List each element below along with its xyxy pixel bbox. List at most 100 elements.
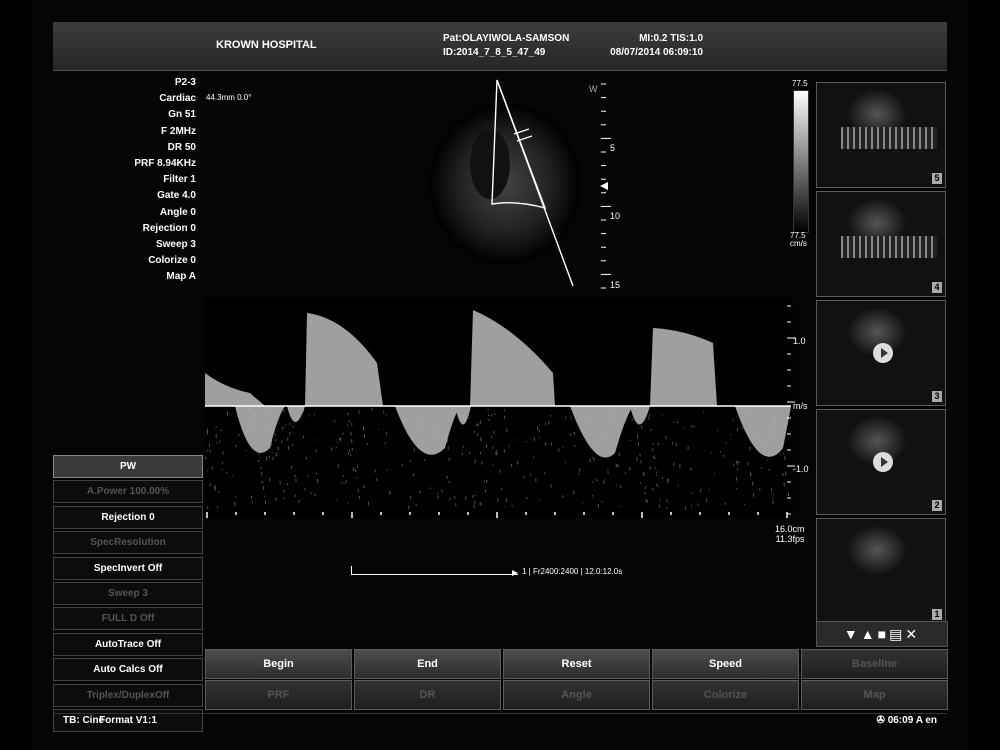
spectral-noise: [782, 452, 784, 455]
param-item: Sweep 3: [155, 239, 196, 251]
cine-marker[interactable]: [512, 570, 518, 576]
spectral-noise: [607, 467, 609, 469]
spectral-noise: [492, 446, 494, 449]
menu-item-a-power-100-00[interactable]: A.Power 100.00%: [53, 480, 203, 504]
spectral-noise: [637, 434, 638, 439]
spectral-noise: [408, 505, 410, 510]
total-depth: 16.0cm: [775, 524, 805, 534]
menu-item-specresolution[interactable]: SpecResolution: [53, 531, 203, 555]
save-icon[interactable]: ■: [878, 626, 889, 642]
spectral-noise: [465, 496, 467, 500]
spectral-noise: [315, 449, 317, 453]
spectral-noise: [615, 464, 617, 468]
spectral-noise: [429, 487, 431, 490]
spectral-noise: [618, 452, 620, 456]
spectral-noise: [222, 461, 223, 464]
menu-item-rejection-0[interactable]: Rejection 0: [53, 505, 203, 529]
spectral-noise: [631, 418, 633, 421]
softkey-angle[interactable]: Angle: [503, 680, 650, 710]
param-item: Gn 51: [168, 109, 196, 121]
spectral-noise: [592, 481, 594, 483]
thumbnail-2[interactable]: 2: [816, 409, 946, 515]
spectral-noise: [486, 444, 487, 448]
spectral-noise: [286, 483, 288, 486]
menu-item-triplex-duplexoff[interactable]: Triplex/DuplexOff: [53, 683, 203, 707]
spectral-noise: [591, 495, 593, 497]
spectral-noise: [385, 414, 387, 416]
spectral-noise: [298, 500, 300, 503]
softkey-reset[interactable]: Reset: [503, 649, 650, 679]
spectral-noise: [617, 463, 619, 468]
softkey-colorize[interactable]: Colorize: [652, 680, 799, 710]
spectral-noise: [785, 473, 787, 476]
spectral-noise: [582, 501, 584, 504]
spectral-noise: [441, 490, 443, 493]
menu-item-sweep-3[interactable]: Sweep 3: [53, 581, 203, 605]
spectral-noise: [654, 457, 656, 459]
spectral-noise: [653, 455, 655, 458]
softkey-begin[interactable]: Begin: [205, 649, 352, 679]
spectral-noise: [618, 505, 620, 507]
spectral-noise: [272, 457, 274, 460]
spectral-noise: [654, 467, 656, 469]
spectral-noise: [410, 496, 412, 500]
spectral-noise: [266, 456, 268, 461]
spectral-noise: [691, 492, 693, 494]
patient-info: Pat:OLAYIWOLA-SAMSON ID:2014_7_8_5_47_49: [443, 32, 569, 60]
spectral-noise: [347, 424, 349, 426]
menu-item-pw[interactable]: PW: [53, 455, 203, 478]
delete-icon[interactable]: ✕: [905, 626, 920, 642]
header-bar: KROWN HOSPITAL Pat:OLAYIWOLA-SAMSON ID:2…: [53, 22, 947, 71]
menu-item-specinvert-off[interactable]: SpecInvert Off: [53, 556, 203, 580]
softkey-dr[interactable]: DR: [354, 680, 501, 710]
softkey-end[interactable]: End: [354, 649, 501, 679]
play-icon[interactable]: [873, 452, 893, 472]
softkey-map[interactable]: Map: [801, 680, 948, 710]
spectral-noise: [477, 433, 479, 437]
spectral-noise: [672, 442, 674, 445]
spectral-noise: [574, 445, 576, 447]
spectral-noise: [486, 479, 488, 484]
thumbnail-3[interactable]: 3: [816, 300, 946, 406]
menu-item-full-d-off[interactable]: FULL D Off: [53, 607, 203, 631]
spectral-noise: [474, 494, 476, 496]
color-scale-unit: cm/s: [790, 239, 807, 248]
menu-item-autotrace-off[interactable]: AutoTrace Off: [53, 632, 203, 656]
color-scale-top: 77.5: [792, 79, 808, 88]
spectral-noise: [305, 456, 307, 460]
spectral-noise: [235, 496, 237, 498]
spectral-noise: [693, 426, 695, 428]
spectral-noise: [490, 436, 492, 438]
spectral-noise: [643, 473, 645, 477]
spectral-noise: [339, 438, 341, 441]
language-indicator: A en: [915, 715, 937, 726]
thumbnail-4[interactable]: 4: [816, 191, 946, 297]
spectral-noise: [700, 488, 702, 493]
spectral-noise: [491, 437, 493, 439]
velocity-label-neg: -1.0: [793, 464, 809, 474]
spectral-noise: [749, 446, 751, 451]
spectral-noise: [604, 478, 606, 480]
softkey-baseline[interactable]: Baseline: [801, 649, 948, 679]
arrow-up-circle-icon[interactable]: ▲: [861, 626, 878, 642]
print-icon[interactable]: ▤: [889, 626, 905, 642]
spectral-noise: [711, 452, 713, 454]
cine-progress-bar[interactable]: [351, 566, 518, 575]
menu-item-auto-calcs-off[interactable]: Auto Calcs Off: [53, 658, 203, 682]
param-item: DR 50: [167, 141, 196, 153]
play-icon[interactable]: [873, 343, 893, 363]
thumbnail-5[interactable]: 5: [816, 82, 946, 188]
spectral-noise: [211, 466, 213, 470]
spectral-noise: [335, 447, 337, 449]
spectral-noise: [378, 428, 380, 430]
spectral-noise: [508, 444, 510, 447]
arrow-down-circle-icon[interactable]: ▼: [844, 626, 861, 642]
spectral-noise: [358, 409, 360, 414]
softkey-speed[interactable]: Speed: [652, 649, 799, 679]
softkey-prf[interactable]: PRF: [205, 680, 352, 710]
spectral-noise: [683, 427, 685, 429]
thumbnail-1[interactable]: 1: [816, 518, 946, 624]
spectral-noise: [620, 485, 622, 489]
spectral-noise: [658, 485, 660, 488]
spectral-noise: [260, 467, 262, 469]
